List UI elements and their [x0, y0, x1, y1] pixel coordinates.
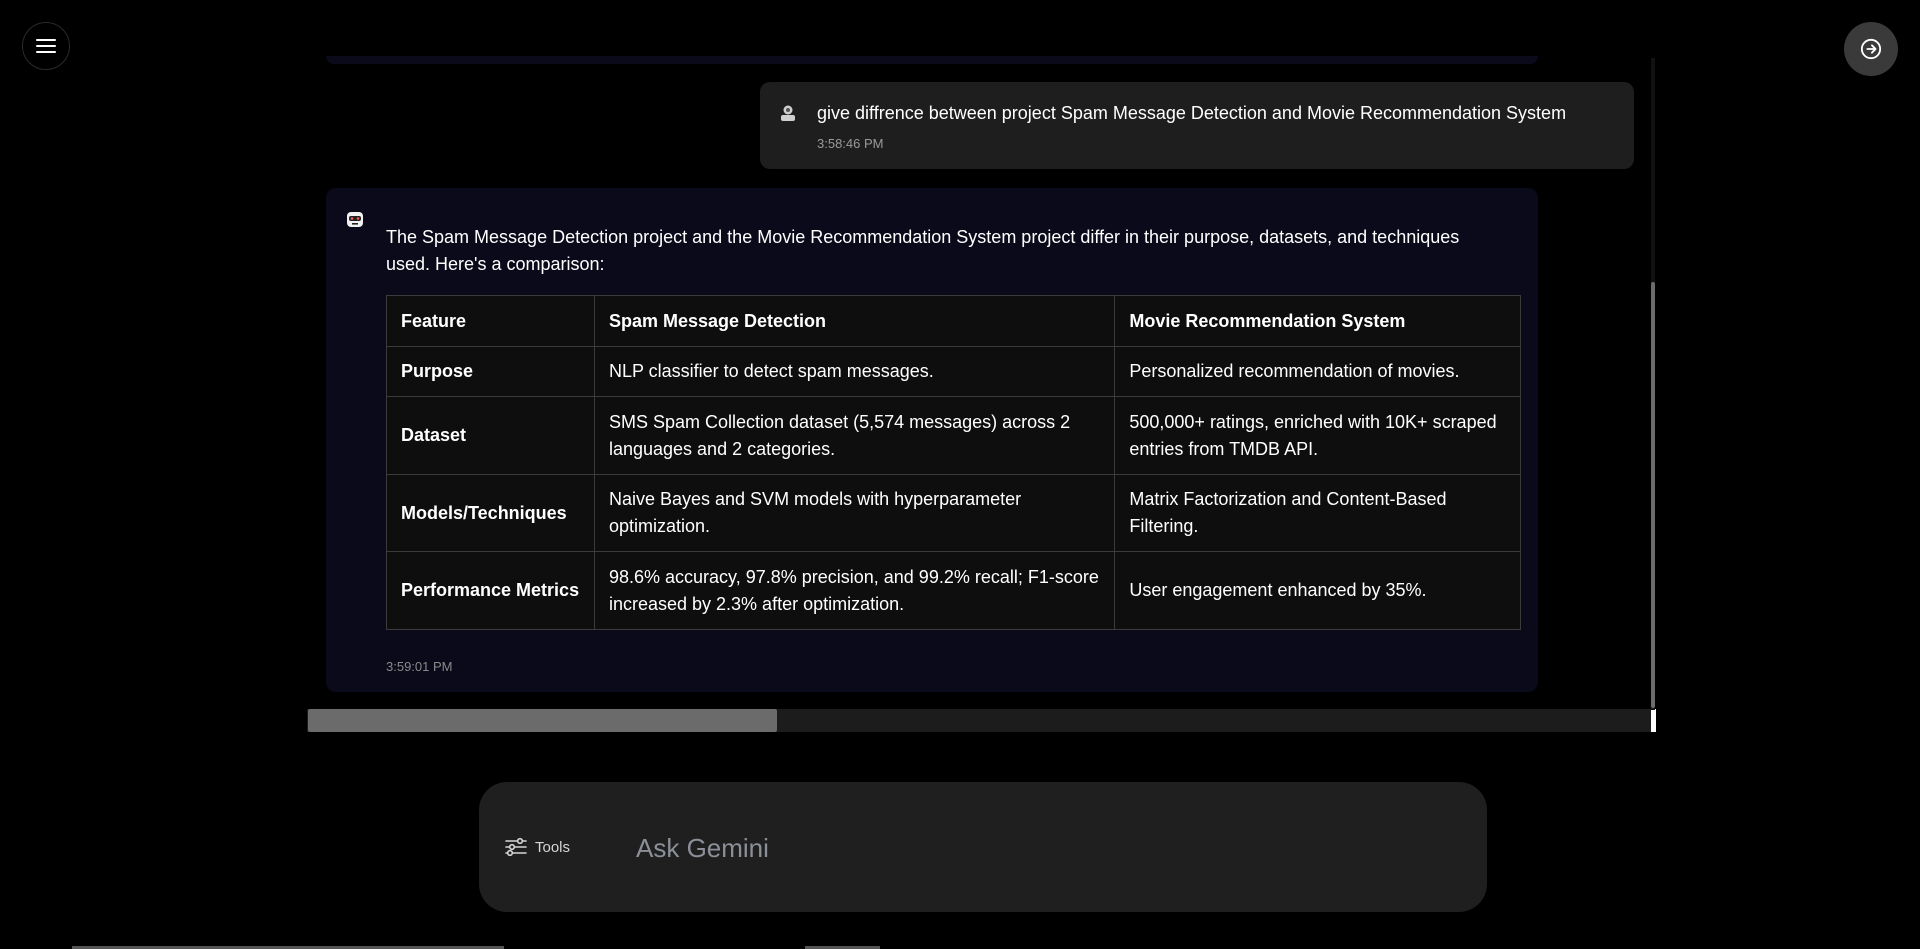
menu-button[interactable] — [22, 22, 70, 70]
hamburger-menu-icon — [36, 39, 56, 53]
bot-message-intro: The Spam Message Detection project and t… — [386, 227, 1460, 274]
tools-button[interactable]: Tools — [505, 837, 570, 857]
comparison-table: Feature Spam Message Detection Movie Rec… — [386, 295, 1521, 630]
table-header-cell: Spam Message Detection — [593, 295, 1116, 347]
horizontal-scrollbar-end — [1651, 709, 1656, 732]
bot-message-time: 3:59:01 PM — [386, 659, 453, 674]
table-row-header: Performance Metrics — [386, 551, 595, 630]
exit-button[interactable] — [1844, 22, 1898, 76]
table-row-header: Dataset — [386, 396, 595, 475]
table-row: Models/Techniques Naive Bayes and SVM mo… — [386, 474, 1521, 552]
table-cell: Naive Bayes and SVM models with hyperpar… — [593, 474, 1116, 552]
table-row-header: Purpose — [386, 346, 595, 397]
user-avatar-icon — [781, 105, 795, 121]
table-row: Purpose NLP classifier to detect spam me… — [386, 346, 1521, 397]
user-message-text: give diffrence between project Spam Mess… — [817, 103, 1567, 123]
prompt-input[interactable] — [634, 822, 1438, 874]
vertical-scrollbar-thumb[interactable] — [1651, 282, 1655, 708]
table-cell: Personalized recommendation of movies. — [1114, 346, 1521, 397]
horizontal-scrollbar[interactable] — [307, 709, 1656, 732]
table-cell: 98.6% accuracy, 97.8% precision, and 99.… — [593, 551, 1116, 630]
bot-avatar-icon — [347, 212, 363, 227]
horizontal-scrollbar-thumb[interactable] — [308, 709, 777, 732]
user-message: give diffrence between project Spam Mess… — [760, 82, 1634, 169]
table-row: Dataset SMS Spam Collection dataset (5,5… — [386, 396, 1521, 475]
table-cell: Matrix Factorization and Content-Based F… — [1114, 474, 1521, 552]
table-header-row: Feature Spam Message Detection Movie Rec… — [386, 295, 1521, 347]
table-cell: 500,000+ ratings, enriched with 10K+ scr… — [1114, 396, 1521, 475]
table-header-cell: Feature — [386, 295, 595, 347]
bot-message: The Spam Message Detection project and t… — [326, 188, 1538, 692]
table-cell: SMS Spam Collection dataset (5,574 messa… — [593, 396, 1116, 475]
composer: Tools — [479, 782, 1487, 912]
table-cell: NLP classifier to detect spam messages. — [593, 346, 1116, 397]
table-header-cell: Movie Recommendation System — [1114, 295, 1521, 347]
table-row-header: Models/Techniques — [386, 474, 595, 552]
arrow-right-circle-icon — [1860, 38, 1882, 60]
table-cell: User engagement enhanced by 35%. — [1114, 551, 1521, 630]
table-row: Performance Metrics 98.6% accuracy, 97.8… — [386, 551, 1521, 630]
user-message-time: 3:58:46 PM — [817, 136, 884, 151]
sliders-icon — [505, 837, 527, 857]
tools-label: Tools — [535, 838, 571, 856]
previous-message-edge — [326, 56, 1538, 64]
